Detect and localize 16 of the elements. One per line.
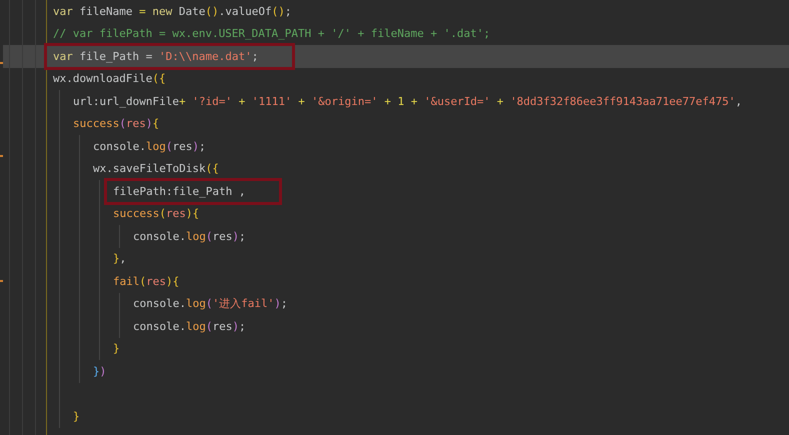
code-line: console.log(res); [133,320,246,333]
code-line: } [113,342,120,356]
code-line: console.log(res); [93,140,206,153]
code-line: console.log(res); [133,230,246,243]
code-line: }) [93,364,106,378]
code-line: wx.saveFileToDisk({ [93,162,219,176]
code-line: console.log('进入fail'); [133,296,288,312]
code-line: url:url_downFile+ '?id=' + '1111' + '&origin=' + 1 + '&userId=' + '8dd3f32f86ee3ff9143aa71ee77ef475', [73,94,742,108]
code-line: } [73,410,80,423]
code-line: success(res){ [113,207,200,220]
code-line: var fileName = new Date().valueOf(); [53,4,292,18]
code-line: success(res){ [73,117,160,130]
code-line: wx.downloadFile({ [53,72,166,86]
code-line: fail(res){ [113,274,180,288]
code-line: }, [113,252,126,266]
code-line: // var filePath = wx.env.USER_DATA_PATH + '/' + fileName + '.dat'; [53,27,490,40]
